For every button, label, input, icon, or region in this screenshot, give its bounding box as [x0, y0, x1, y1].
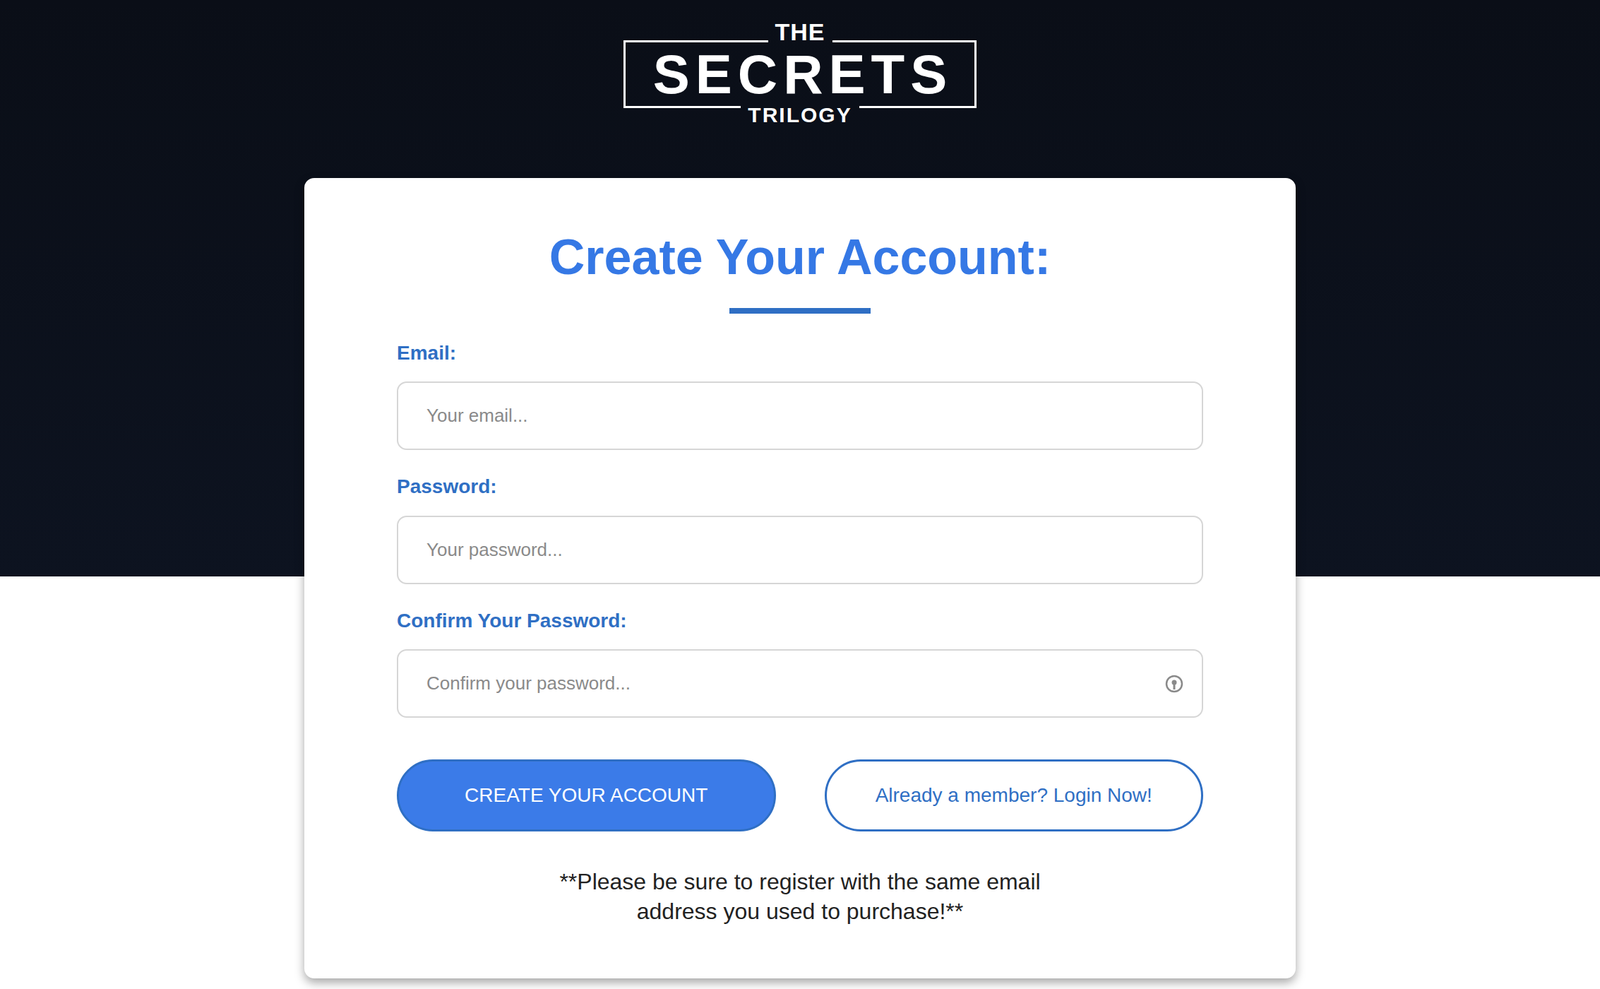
- title-underline: [729, 307, 871, 314]
- registration-note: **Please be sure to register with the sa…: [538, 866, 1062, 926]
- input-field[interactable]: [396, 648, 1204, 718]
- input-field[interactable]: [396, 381, 1204, 450]
- logo-bottom-text: TRILOGY: [747, 104, 852, 126]
- logo-top-text: THE: [775, 19, 826, 44]
- form-title: Create Your Account:: [396, 227, 1204, 287]
- text-input[interactable]: [426, 521, 1174, 578]
- button-label: Already a member? Login Now!: [875, 780, 1153, 810]
- logo: THESECRETSTRILOGY: [623, 21, 977, 128]
- text-input[interactable]: [426, 655, 1156, 712]
- login-button[interactable]: Already a member? Login Now!: [824, 759, 1204, 832]
- field-label: Password:: [396, 473, 1204, 500]
- field-label: Confirm Your Password:: [396, 607, 1204, 634]
- field-label: Email:: [396, 340, 1204, 366]
- create-account-button[interactable]: CREATE YOUR ACCOUNT: [396, 759, 776, 832]
- input-field[interactable]: [396, 515, 1204, 584]
- button-label: CREATE YOUR ACCOUNT: [464, 780, 708, 810]
- logo-bottom-row: TRILOGY: [623, 105, 977, 128]
- page: THESECRETSTRILOGY Create Your Account: Em…: [0, 0, 1600, 989]
- logo-main-box: SECRETS: [623, 42, 977, 106]
- logo-line: [859, 105, 977, 109]
- logo-line: [623, 105, 741, 109]
- text-input[interactable]: [426, 387, 1174, 444]
- signup-card: Create Your Account: Email: Password: Confi…: [304, 177, 1296, 978]
- button-row: CREATE YOUR ACCOUNT Already a member? Log…: [396, 759, 1204, 832]
- logo-top-row: THE: [623, 21, 977, 43]
- password-manager-icon[interactable]: [1163, 672, 1185, 695]
- logo-main-text: SECRETS: [647, 46, 953, 102]
